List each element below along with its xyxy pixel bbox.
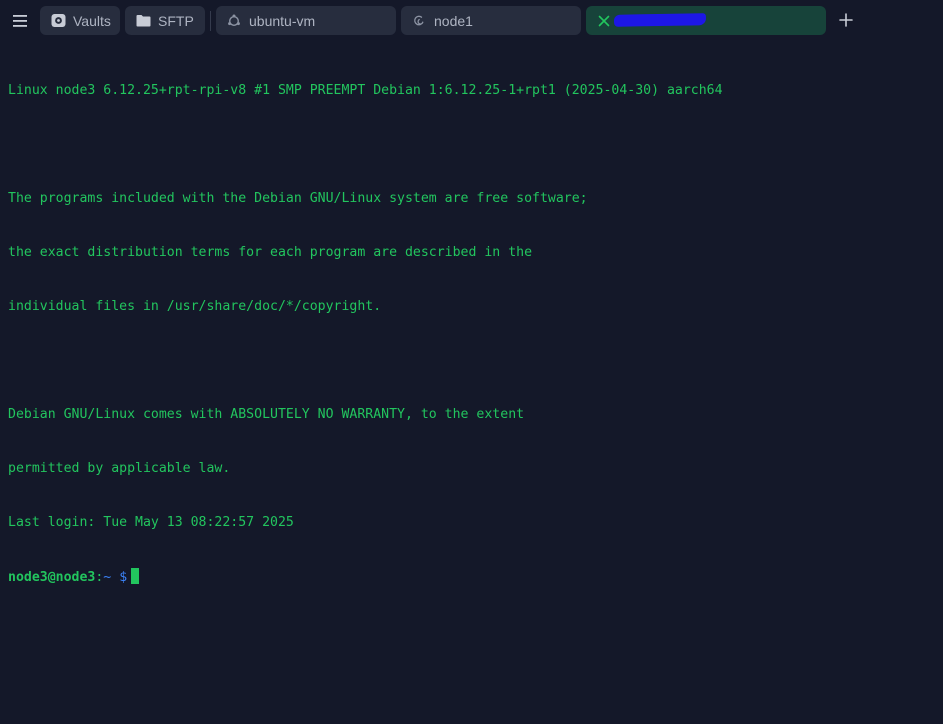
prompt-user-host: node3@node3 <box>8 570 96 585</box>
terminal-line: Last login: Tue May 13 08:22:57 2025 <box>8 515 294 530</box>
hamburger-menu-icon <box>13 12 27 31</box>
terminal-line: Linux node3 6.12.25+rpt-rpi-v8 #1 SMP PR… <box>8 83 723 98</box>
tab-label: Vaults <box>73 12 111 29</box>
menu-button[interactable] <box>10 11 30 31</box>
tab-label: ubuntu-vm <box>249 12 316 29</box>
tab-ubuntu-vm[interactable]: ubuntu-vm <box>216 6 396 35</box>
terminal-line: The programs included with the Debian GN… <box>8 191 588 206</box>
close-icon[interactable] <box>596 13 612 29</box>
terminal-line: the exact distribution terms for each pr… <box>8 245 533 260</box>
tab-label: node1 <box>434 12 473 29</box>
add-tab-button[interactable] <box>836 11 856 31</box>
terminal-line: permitted by applicable law. <box>8 461 231 476</box>
folder-icon <box>135 13 151 29</box>
terminal-line: individual files in /usr/share/doc/*/cop… <box>8 299 382 314</box>
redaction-mark <box>613 13 707 27</box>
tab-sftp[interactable]: SFTP <box>125 6 205 35</box>
tab-active-session[interactable] <box>586 6 826 35</box>
ubuntu-icon <box>226 13 242 29</box>
terminal-line: Debian GNU/Linux comes with ABSOLUTELY N… <box>8 407 525 422</box>
debian-icon <box>411 13 427 29</box>
prompt-path: ~ <box>103 570 112 585</box>
tab-node1[interactable]: node1 <box>401 6 581 35</box>
shell-prompt[interactable]: node3@node3:~ $ <box>8 568 938 586</box>
text-cursor <box>131 568 140 584</box>
tab-divider <box>210 11 211 31</box>
tab-label: SFTP <box>158 12 194 29</box>
plus-icon <box>839 12 853 31</box>
tab-bar: Vaults SFTP ubuntu-vm node1 <box>0 0 943 42</box>
vault-icon <box>50 13 66 29</box>
tab-vaults[interactable]: Vaults <box>40 6 120 35</box>
prompt-symbol: $ <box>119 570 128 585</box>
terminal-output[interactable]: Linux node3 6.12.25+rpt-rpi-v8 #1 SMP PR… <box>8 46 938 718</box>
